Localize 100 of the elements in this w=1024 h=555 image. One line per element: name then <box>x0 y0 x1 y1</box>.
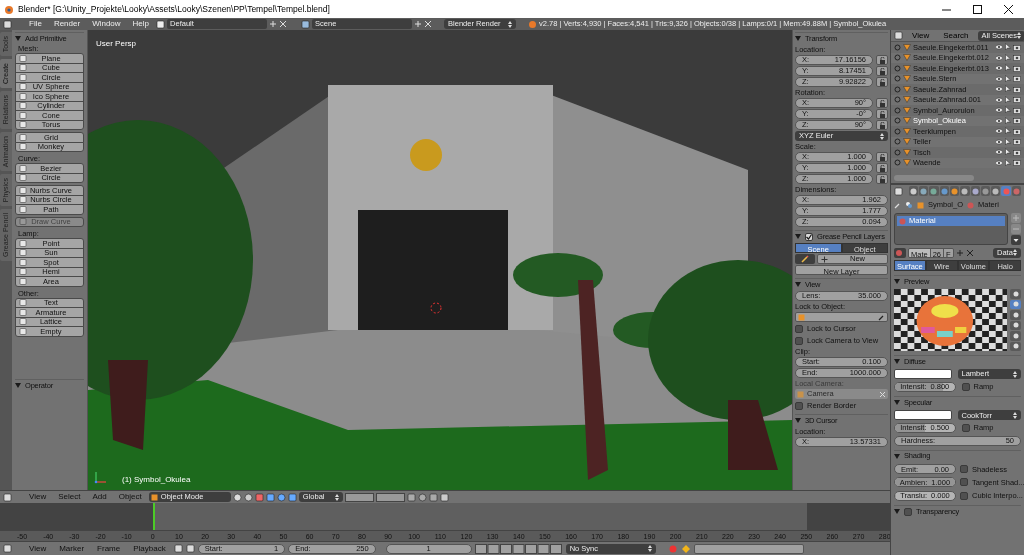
context-tab[interactable] <box>949 186 960 196</box>
preview-type-button[interactable] <box>1010 320 1021 330</box>
checkbox[interactable] <box>904 507 912 516</box>
up-down-arrows-icon <box>508 20 513 28</box>
view-label: User Persp <box>96 38 136 50</box>
camera-icon[interactable] <box>1013 159 1021 167</box>
cube-icon <box>798 313 805 321</box>
checkbox[interactable] <box>960 465 968 474</box>
caret-icon[interactable] <box>1011 235 1021 245</box>
menu-item[interactable]: View <box>907 29 935 42</box>
blender-logo-icon <box>528 19 538 29</box>
camera-icon[interactable] <box>1013 43 1021 51</box>
lock-button[interactable] <box>876 66 888 76</box>
lock-button[interactable] <box>876 120 888 130</box>
eye-icon[interactable] <box>995 149 1003 156</box>
preview-type-button[interactable] <box>1010 341 1021 351</box>
menu-item[interactable]: Render <box>48 18 86 30</box>
camera-icon[interactable] <box>1013 148 1021 156</box>
padlock-icon <box>878 153 886 161</box>
layers-grid-icon[interactable] <box>344 492 405 502</box>
preview-type-button[interactable] <box>1010 299 1021 309</box>
camera-icon[interactable] <box>1013 138 1021 146</box>
context-tab[interactable] <box>960 186 970 196</box>
disclosure-triangle-icon <box>894 400 900 406</box>
editor-type-icon[interactable] <box>3 544 12 553</box>
camera-icon[interactable] <box>1013 106 1021 114</box>
preview-type-button[interactable] <box>1010 331 1021 341</box>
preview-type-button[interactable] <box>1010 289 1021 299</box>
context-tab[interactable] <box>991 186 1001 196</box>
playback-controls-icon[interactable] <box>474 543 563 554</box>
up-down-arrows-icon <box>647 545 652 552</box>
checkbox[interactable] <box>795 324 803 333</box>
context-tab[interactable] <box>908 186 918 196</box>
menu-item[interactable]: Frame <box>92 542 126 555</box>
editor-type-icon[interactable] <box>894 31 903 40</box>
context-tab[interactable] <box>970 186 980 196</box>
color-swatch[interactable] <box>894 369 952 379</box>
window-title: Blender* [G:\Unity_Projekte\Looky\Assets\Looky\Szenen\PP\Tempel\Tempel.blend] <box>18 2 330 16</box>
checkbox[interactable] <box>795 336 803 345</box>
cursor-icon <box>430 302 442 314</box>
eye-icon[interactable] <box>995 159 1003 166</box>
up-down-arrows-icon <box>1013 411 1017 419</box>
lock-button[interactable] <box>876 163 888 173</box>
eye-icon[interactable] <box>995 54 1003 61</box>
lock-button[interactable] <box>876 98 888 108</box>
editor-type-icon[interactable] <box>894 186 903 196</box>
checkbox[interactable] <box>960 491 968 500</box>
close-icon[interactable] <box>1004 4 1013 14</box>
checkbox[interactable] <box>795 401 803 410</box>
menu-item[interactable]: Select <box>53 491 86 503</box>
scene-icon[interactable] <box>301 19 311 29</box>
eye-icon[interactable] <box>995 138 1003 145</box>
menu-item[interactable]: Playback <box>128 542 171 555</box>
disclosure-triangle-icon <box>795 282 801 287</box>
editor-type-icon[interactable] <box>3 492 12 502</box>
eye-icon[interactable] <box>995 65 1003 72</box>
eye-icon[interactable] <box>995 44 1003 51</box>
lock-button[interactable] <box>876 152 888 162</box>
camera-icon[interactable] <box>1013 127 1021 135</box>
eye-icon[interactable] <box>995 96 1003 103</box>
checkbox[interactable] <box>961 382 970 391</box>
lock-button[interactable] <box>876 109 888 119</box>
menu-item[interactable]: File <box>24 18 47 30</box>
menu-item[interactable]: Window <box>87 18 126 30</box>
menu-item[interactable]: View <box>24 491 52 503</box>
context-tab[interactable] <box>919 186 929 196</box>
keying-set-field[interactable] <box>693 543 804 554</box>
checkbox[interactable] <box>960 478 968 487</box>
color-swatch[interactable] <box>894 410 952 421</box>
camera-icon[interactable] <box>1013 54 1021 62</box>
keyframe-icon[interactable] <box>680 543 691 554</box>
camera-icon[interactable] <box>1013 117 1021 125</box>
eye-icon[interactable] <box>995 117 1003 124</box>
menu-item[interactable]: View <box>24 542 52 555</box>
plus-icon[interactable] <box>955 248 964 257</box>
menu-item[interactable]: Add <box>87 491 112 503</box>
menu-item[interactable]: Search <box>938 29 974 42</box>
eye-icon[interactable] <box>995 86 1003 93</box>
lock-button[interactable] <box>876 77 888 87</box>
menu-item[interactable]: Marker <box>54 542 90 555</box>
eye-icon[interactable] <box>995 128 1003 135</box>
checkbox[interactable] <box>805 232 813 241</box>
checkbox[interactable] <box>961 423 970 432</box>
pin-icon[interactable] <box>894 201 901 209</box>
context-tab[interactable] <box>929 186 939 196</box>
menu-item[interactable]: Help <box>127 18 155 30</box>
camera-icon[interactable] <box>1013 96 1021 104</box>
camera-icon[interactable] <box>1013 75 1021 83</box>
pencil-button[interactable] <box>795 254 815 264</box>
padlock-icon <box>878 99 886 107</box>
lock-button[interactable] <box>876 55 888 65</box>
lock-button[interactable] <box>876 174 888 184</box>
eye-icon[interactable] <box>995 75 1003 82</box>
camera-icon[interactable] <box>1013 85 1021 93</box>
camera-icon[interactable] <box>1013 64 1021 72</box>
maximize-icon[interactable] <box>973 4 982 14</box>
menu-item[interactable]: Object <box>113 491 147 503</box>
object-field[interactable] <box>795 312 888 322</box>
eye-icon[interactable] <box>995 107 1003 114</box>
preview-type-button[interactable] <box>1010 310 1021 320</box>
